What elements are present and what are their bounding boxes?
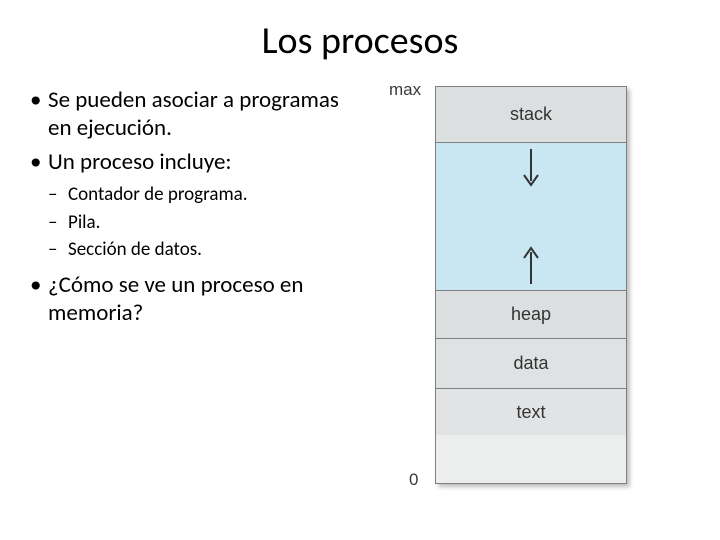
segment-text: text: [436, 389, 626, 435]
segment-stack: stack: [436, 87, 626, 143]
sub-bullet-list: Contador de programa. Pila. Sección de d…: [28, 182, 367, 263]
bullet-list: Se pueden asociar a programas en ejecuci…: [28, 86, 367, 327]
arrow-down-icon: [521, 147, 541, 189]
segment-heap: heap: [436, 291, 626, 339]
segment-data: data: [436, 339, 626, 389]
sub-bullet-item: Pila.: [28, 210, 367, 236]
text-column: Se pueden asociar a programas en ejecuci…: [0, 86, 375, 486]
bullet-item: ¿Cómo se ve un proceso en memoria?: [28, 271, 367, 327]
axis-label-max: max: [389, 80, 421, 100]
sub-bullet-item: Contador de programa.: [28, 182, 367, 208]
axis-label-zero: 0: [409, 470, 418, 490]
bullet-item: Se pueden asociar a programas en ejecuci…: [28, 86, 367, 142]
arrow-up-icon: [521, 244, 541, 286]
slide-title: Los procesos: [0, 0, 720, 64]
bullet-item: Un proceso incluye:: [28, 148, 367, 176]
memory-diagram: max 0 stack heap data text: [375, 86, 695, 486]
sub-bullet-item: Sección de datos.: [28, 237, 367, 263]
slide: Los procesos Se pueden asociar a program…: [0, 0, 720, 540]
memory-column: stack heap data text: [435, 86, 627, 484]
segment-free: [436, 143, 626, 291]
content-row: Se pueden asociar a programas en ejecuci…: [0, 86, 720, 486]
